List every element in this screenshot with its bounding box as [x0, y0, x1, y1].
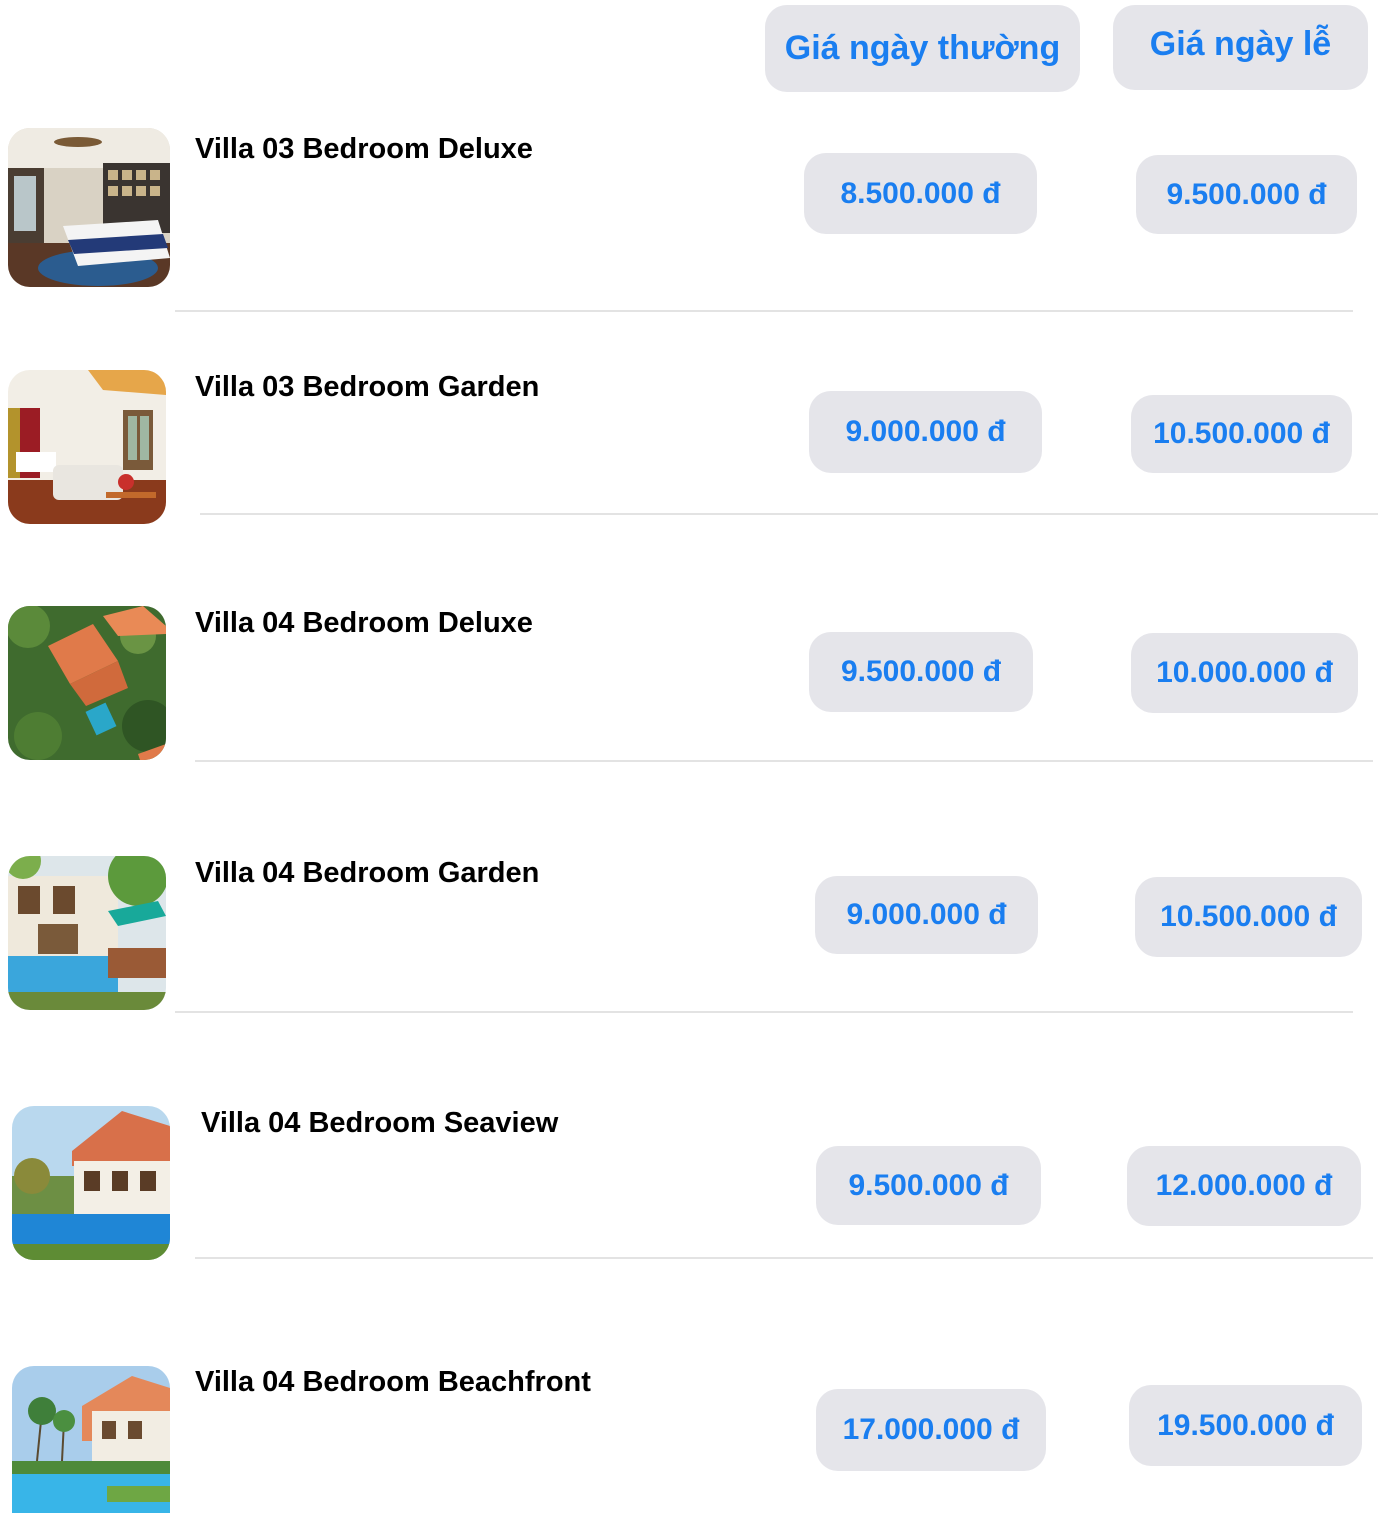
weekday-price-header: Giá ngày thường	[765, 5, 1080, 92]
weekday-price: 17.000.000 đ	[842, 1413, 1020, 1446]
holiday-price-pill: 10.000.000 đ	[1131, 633, 1358, 713]
row-divider	[175, 1011, 1353, 1013]
weekday-price: 9.500.000 đ	[848, 1168, 1009, 1202]
villa-name: Villa 04 Bedroom Garden	[195, 857, 540, 889]
row-divider	[200, 513, 1378, 515]
holiday-price: 10.000.000 đ	[1156, 656, 1333, 689]
villa-photo	[8, 856, 166, 1010]
villa-photo	[8, 370, 166, 524]
weekday-price-pill: 17.000.000 đ	[816, 1389, 1046, 1471]
weekday-price: 9.500.000 đ	[840, 655, 1002, 688]
holiday-price-header: Giá ngày lễ	[1113, 5, 1368, 90]
weekday-price-header-label: Giá ngày thường	[784, 29, 1061, 67]
row-divider	[195, 1257, 1373, 1259]
villa-name: Villa 04 Bedroom Seaview	[201, 1107, 559, 1139]
villa-photo	[8, 606, 166, 760]
villa-name: Villa 04 Bedroom Beachfront	[195, 1366, 591, 1398]
holiday-price: 10.500.000 đ	[1160, 900, 1337, 933]
weekday-price-pill: 9.000.000 đ	[809, 391, 1042, 473]
villa-name: Villa 03 Bedroom Deluxe	[195, 133, 533, 165]
holiday-price: 12.000.000 đ	[1155, 1169, 1333, 1202]
holiday-price-pill: 19.500.000 đ	[1129, 1385, 1362, 1466]
villa-name: Villa 04 Bedroom Deluxe	[195, 607, 533, 639]
villa-name: Villa 03 Bedroom Garden	[195, 371, 540, 403]
villa-photo	[12, 1106, 170, 1260]
weekday-price-pill: 8.500.000 đ	[804, 153, 1037, 234]
row-divider	[175, 310, 1353, 312]
weekday-price: 9.000.000 đ	[845, 415, 1006, 448]
holiday-price-pill: 10.500.000 đ	[1135, 877, 1362, 957]
weekday-price: 8.500.000 đ	[840, 176, 1001, 210]
holiday-price-pill: 9.500.000 đ	[1136, 155, 1357, 234]
holiday-price: 19.500.000 đ	[1157, 1408, 1334, 1442]
villa-photo	[8, 128, 170, 287]
holiday-price-pill: 10.500.000 đ	[1131, 395, 1352, 473]
weekday-price-pill: 9.000.000 đ	[815, 876, 1038, 954]
holiday-price: 9.500.000 đ	[1166, 177, 1327, 211]
holiday-price: 10.500.000 đ	[1153, 417, 1330, 450]
weekday-price-pill: 9.500.000 đ	[816, 1146, 1041, 1225]
villa-photo	[12, 1366, 170, 1513]
weekday-price-pill: 9.500.000 đ	[809, 632, 1033, 712]
holiday-price-header-label: Giá ngày lễ	[1149, 25, 1332, 63]
row-divider	[195, 760, 1373, 762]
holiday-price-pill: 12.000.000 đ	[1127, 1146, 1361, 1226]
weekday-price: 9.000.000 đ	[846, 898, 1007, 931]
